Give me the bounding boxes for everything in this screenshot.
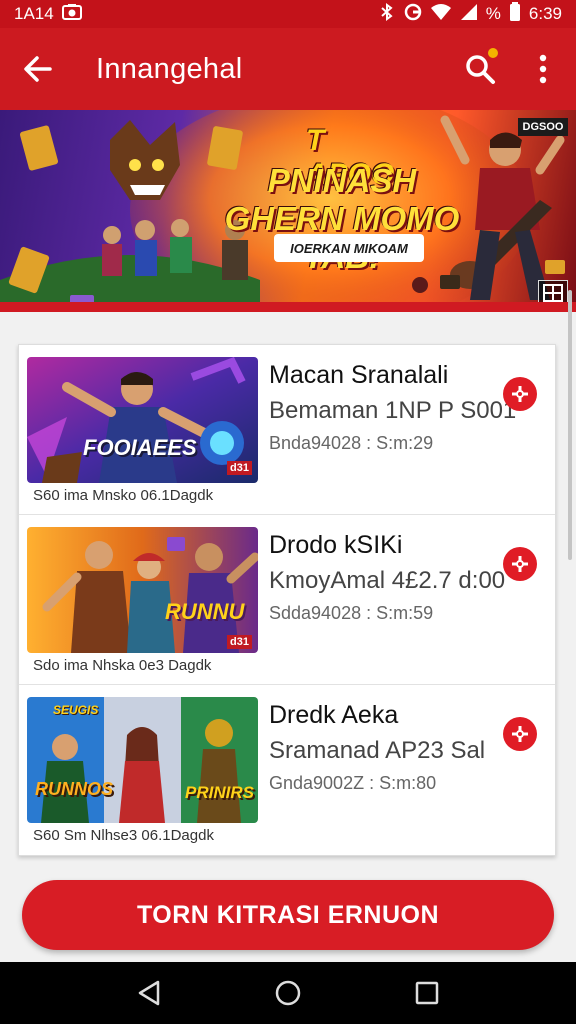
thumbnail-title: RUNNOS [35,779,114,799]
back-button[interactable] [0,28,76,110]
promo-banner[interactable]: T APOO PNINASH GHERN MOMO TAB! IOERKAN M… [0,110,576,312]
game-list: FOOIAEES d31 S60 ima Mnsko 06.1Dagdk Mac… [18,344,556,856]
item-meta: Sdda94028 : S:m:59 [269,603,434,623]
banner-chip: IOERKAN MIKOAM [274,234,424,262]
item-title: Drodo kSIKi [269,531,403,559]
more-vertical-icon [539,54,547,84]
thumbnail-art [27,527,258,653]
square-recents-icon [415,981,438,1005]
game-thumbnail[interactable]: RUNNU d31 [27,527,258,653]
game-thumbnail[interactable]: FOOIAEES d31 [27,357,258,483]
content-area: FOOIAEES d31 S60 ima Mnsko 06.1Dagdk Mac… [0,312,576,962]
expand-button[interactable] [538,280,568,302]
arrow-left-icon [24,56,52,82]
system-nav-bar [0,962,576,1024]
app-bar: Innangehal [0,28,576,110]
nav-back-button[interactable] [129,973,169,1013]
move-icon [512,556,528,572]
status-bar: 1A14 % 6:39 [0,0,576,28]
thumbnail-title: RUNNU [165,599,245,624]
thumbnail-title-2: PRINIRS [185,783,254,802]
item-action-button[interactable] [503,547,537,581]
item-title: Dredk Aeka [269,701,399,729]
primary-cta-button[interactable]: TORN KITRASI ERNUON [22,880,554,950]
game-thumbnail[interactable]: SEUGIS RUNNOS PRINIRS [27,697,258,823]
circle-home-icon [275,980,301,1006]
grid-icon [543,284,563,302]
notification-dot [486,46,500,60]
nav-home-button[interactable] [268,973,308,1013]
signal-icon [460,3,478,26]
more-options-button[interactable] [510,28,576,110]
thumbnail-art [27,357,258,483]
thumbnail-title: FOOIAEES [83,435,197,460]
list-item[interactable]: FOOIAEES d31 S60 ima Mnsko 06.1Dagdk Mac… [19,345,555,515]
thumbnail-badge: d31 [227,461,252,475]
search-button[interactable] [450,28,510,110]
item-action-button[interactable] [503,377,537,411]
list-item[interactable]: SEUGIS RUNNOS PRINIRS S60 Sm Nlhse3 06.1… [19,685,555,855]
item-meta: Gnda9002Z : S:m:80 [269,773,437,793]
thumbnail-badge: d31 [227,635,252,649]
item-action-button[interactable] [503,717,537,751]
bluetooth-icon [378,2,396,26]
status-time-left: 1A14 [14,4,54,23]
list-item[interactable]: RUNNU d31 Sdo ima Nhska 0e3 Dagdk Drodo … [19,515,555,685]
page-title: Innangehal [96,52,243,85]
triangle-back-icon [139,980,160,1006]
status-time-right: 6:39 [528,4,562,23]
battery-percent-text: % [485,4,501,23]
scrollbar[interactable] [568,290,572,560]
banner-badge: DGSOO [518,118,568,136]
move-icon [512,386,528,402]
item-meta: Bnda94028 : S:m:29 [269,433,434,453]
item-caption: Sdo ima Nhska 0e3 Dagdk [33,657,212,674]
move-icon [512,726,528,742]
photo-notification-icon [61,3,82,25]
item-caption: S60 Sm Nlhse3 06.1Dagdk [33,827,214,844]
item-caption: S60 ima Mnsko 06.1Dagdk [33,487,214,504]
item-title: Macan Sranalali [269,361,449,389]
battery-icon [509,1,521,27]
nav-recents-button[interactable] [407,973,447,1013]
thumbnail-subtitle: SEUGIS [53,703,99,717]
item-subtitle: KmoyAmal 4£2.7 d:00 [269,567,506,594]
status-left: 1A14 [14,3,82,25]
item-subtitle: Bemaman 1NP P S001 [269,397,517,424]
wifi-icon [430,3,452,26]
g-account-icon [404,3,422,26]
status-right: % 6:39 [378,1,562,27]
item-subtitle: Sramanad AP23 Sal [269,737,486,764]
